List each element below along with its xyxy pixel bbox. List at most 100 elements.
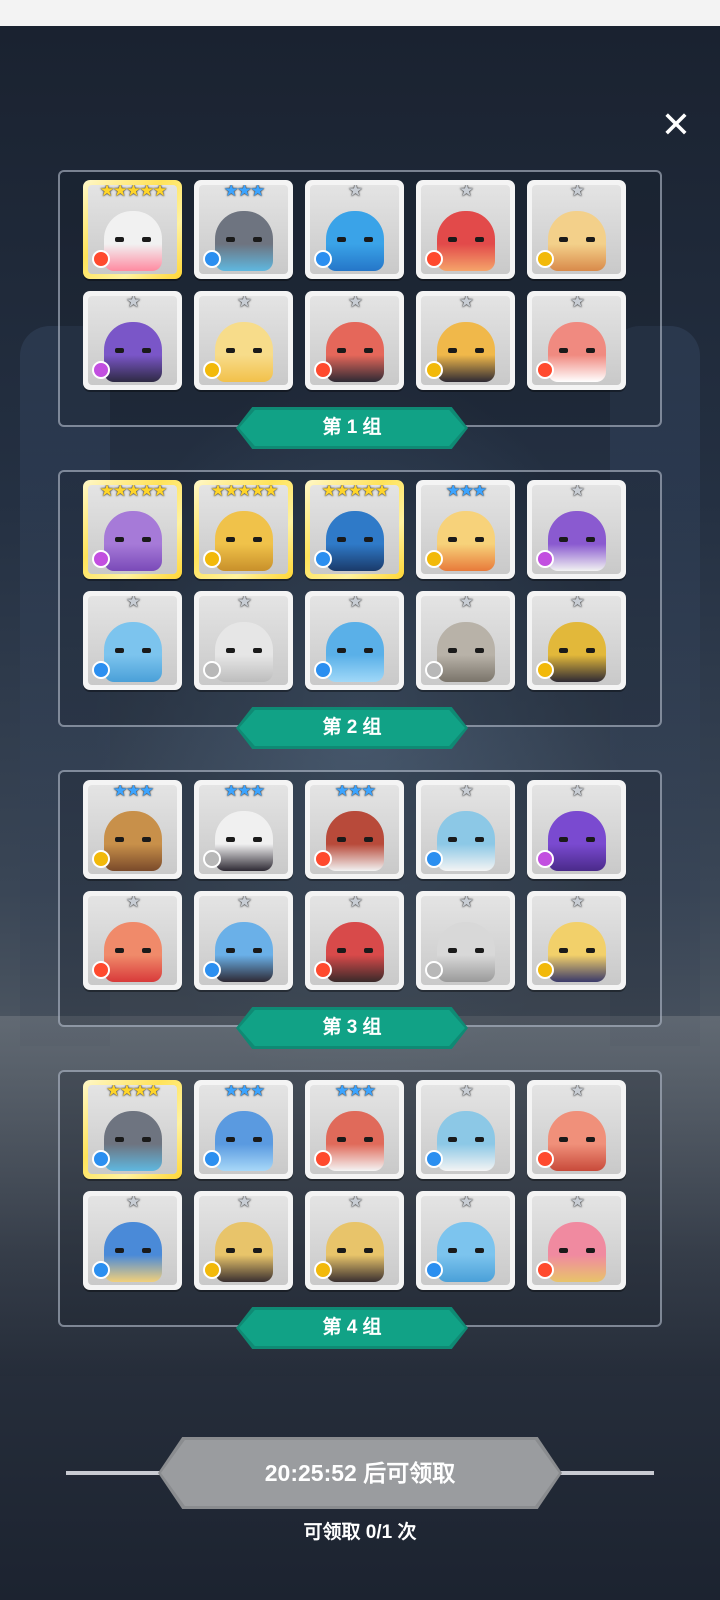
- hero-card[interactable]: ★: [527, 480, 626, 579]
- hero-eyes: [337, 237, 373, 243]
- hero-portrait: ★★★: [199, 185, 288, 274]
- hero-card[interactable]: ★★★★★: [83, 180, 182, 279]
- star-rating-icon: ★: [458, 596, 474, 612]
- hero-eyes: [559, 348, 595, 354]
- hero-portrait: ★: [532, 185, 621, 274]
- hero-card[interactable]: ★: [527, 780, 626, 879]
- hero-card[interactable]: ★★★: [416, 480, 515, 579]
- star-rating-icon: ★: [236, 896, 252, 912]
- hero-portrait: ★: [199, 596, 288, 685]
- hero-card[interactable]: ★★★: [194, 780, 293, 879]
- star-rating-icon: ★★★★★: [99, 485, 167, 501]
- hero-card[interactable]: ★★★: [194, 1080, 293, 1179]
- hero-card[interactable]: ★: [416, 780, 515, 879]
- hero-eyes: [115, 537, 151, 543]
- hero-card[interactable]: ★: [416, 591, 515, 690]
- star-rating-icon: ★: [347, 896, 363, 912]
- hero-eyes: [115, 348, 151, 354]
- hero-card[interactable]: ★★★: [305, 1080, 404, 1179]
- hero-card[interactable]: ★: [416, 1191, 515, 1290]
- hero-portrait: ★: [421, 1196, 510, 1285]
- hero-portrait: ★: [88, 296, 177, 385]
- dark-element-icon: [92, 361, 110, 379]
- hero-portrait: ★: [88, 1196, 177, 1285]
- star-rating-icon: ★: [569, 896, 585, 912]
- hero-card[interactable]: ★: [527, 1080, 626, 1179]
- hero-eyes: [559, 837, 595, 843]
- hero-card[interactable]: ★: [527, 1191, 626, 1290]
- star-rating-icon: ★: [347, 596, 363, 612]
- hero-eyes: [559, 1248, 595, 1254]
- claim-timer-button[interactable]: 20:25:52 后可领取: [158, 1437, 562, 1509]
- hero-card[interactable]: ★: [194, 591, 293, 690]
- hero-eyes: [448, 837, 484, 843]
- hero-card[interactable]: ★: [527, 291, 626, 390]
- hero-eyes: [226, 237, 262, 243]
- hero-portrait: ★: [88, 896, 177, 985]
- star-rating-icon: ★★★★★: [210, 485, 278, 501]
- hero-card[interactable]: ★: [305, 891, 404, 990]
- hero-eyes: [226, 648, 262, 654]
- hero-card[interactable]: ★: [305, 291, 404, 390]
- star-rating-icon: ★: [458, 1085, 474, 1101]
- hero-portrait: ★: [421, 296, 510, 385]
- star-rating-icon: ★★★: [223, 1085, 266, 1101]
- fire-element-icon: [92, 250, 110, 268]
- star-rating-icon: ★: [569, 785, 585, 801]
- hero-eyes: [337, 537, 373, 543]
- hero-card[interactable]: ★★★★: [83, 1080, 182, 1179]
- fire-element-icon: [536, 361, 554, 379]
- hero-card[interactable]: ★★★: [305, 780, 404, 879]
- hero-card[interactable]: ★: [83, 1191, 182, 1290]
- hero-card[interactable]: ★: [527, 591, 626, 690]
- hero-card[interactable]: ★: [305, 591, 404, 690]
- hero-card[interactable]: ★: [83, 291, 182, 390]
- hero-portrait: ★★★★★: [88, 485, 177, 574]
- star-rating-icon: ★: [236, 296, 252, 312]
- hero-card[interactable]: ★: [527, 891, 626, 990]
- dark-element-icon: [536, 850, 554, 868]
- close-icon[interactable]: ✕: [658, 108, 694, 144]
- hero-card[interactable]: ★: [305, 180, 404, 279]
- hero-card[interactable]: ★: [416, 180, 515, 279]
- hero-portrait: ★★★: [199, 1085, 288, 1174]
- hero-card[interactable]: ★: [83, 891, 182, 990]
- star-rating-icon: ★: [125, 296, 141, 312]
- hero-card[interactable]: ★: [83, 591, 182, 690]
- hero-card[interactable]: ★★★: [194, 180, 293, 279]
- hero-card[interactable]: ★: [194, 1191, 293, 1290]
- hero-eyes: [559, 537, 595, 543]
- hero-card[interactable]: ★: [305, 1191, 404, 1290]
- hero-card[interactable]: ★: [416, 291, 515, 390]
- hero-eyes: [448, 648, 484, 654]
- star-rating-icon: ★: [458, 1196, 474, 1212]
- hero-card[interactable]: ★: [416, 1080, 515, 1179]
- earth-element-icon: [425, 550, 443, 568]
- hero-portrait: ★★★: [310, 785, 399, 874]
- earth-element-icon: [314, 1261, 332, 1279]
- hero-card[interactable]: ★★★★★: [305, 480, 404, 579]
- hero-portrait: ★: [532, 1196, 621, 1285]
- hero-eyes: [559, 648, 595, 654]
- hero-card[interactable]: ★: [194, 291, 293, 390]
- fire-element-icon: [92, 961, 110, 979]
- hero-eyes: [337, 648, 373, 654]
- earth-element-icon: [536, 661, 554, 679]
- hero-card[interactable]: ★★★★★: [83, 480, 182, 579]
- hero-eyes: [559, 237, 595, 243]
- water-element-icon: [203, 1150, 221, 1168]
- hero-card[interactable]: ★: [194, 891, 293, 990]
- hero-portrait: ★★★★★: [88, 185, 177, 274]
- fire-element-icon: [314, 1150, 332, 1168]
- hero-card[interactable]: ★: [527, 180, 626, 279]
- star-rating-icon: ★: [458, 185, 474, 201]
- hero-eyes: [226, 1137, 262, 1143]
- hero-card[interactable]: ★★★: [83, 780, 182, 879]
- fire-element-icon: [314, 961, 332, 979]
- hero-card[interactable]: ★★★★★: [194, 480, 293, 579]
- hero-portrait: ★: [532, 485, 621, 574]
- hero-eyes: [226, 348, 262, 354]
- hero-eyes: [115, 1137, 151, 1143]
- hero-portrait: ★★★★★: [310, 485, 399, 574]
- hero-card[interactable]: ★: [416, 891, 515, 990]
